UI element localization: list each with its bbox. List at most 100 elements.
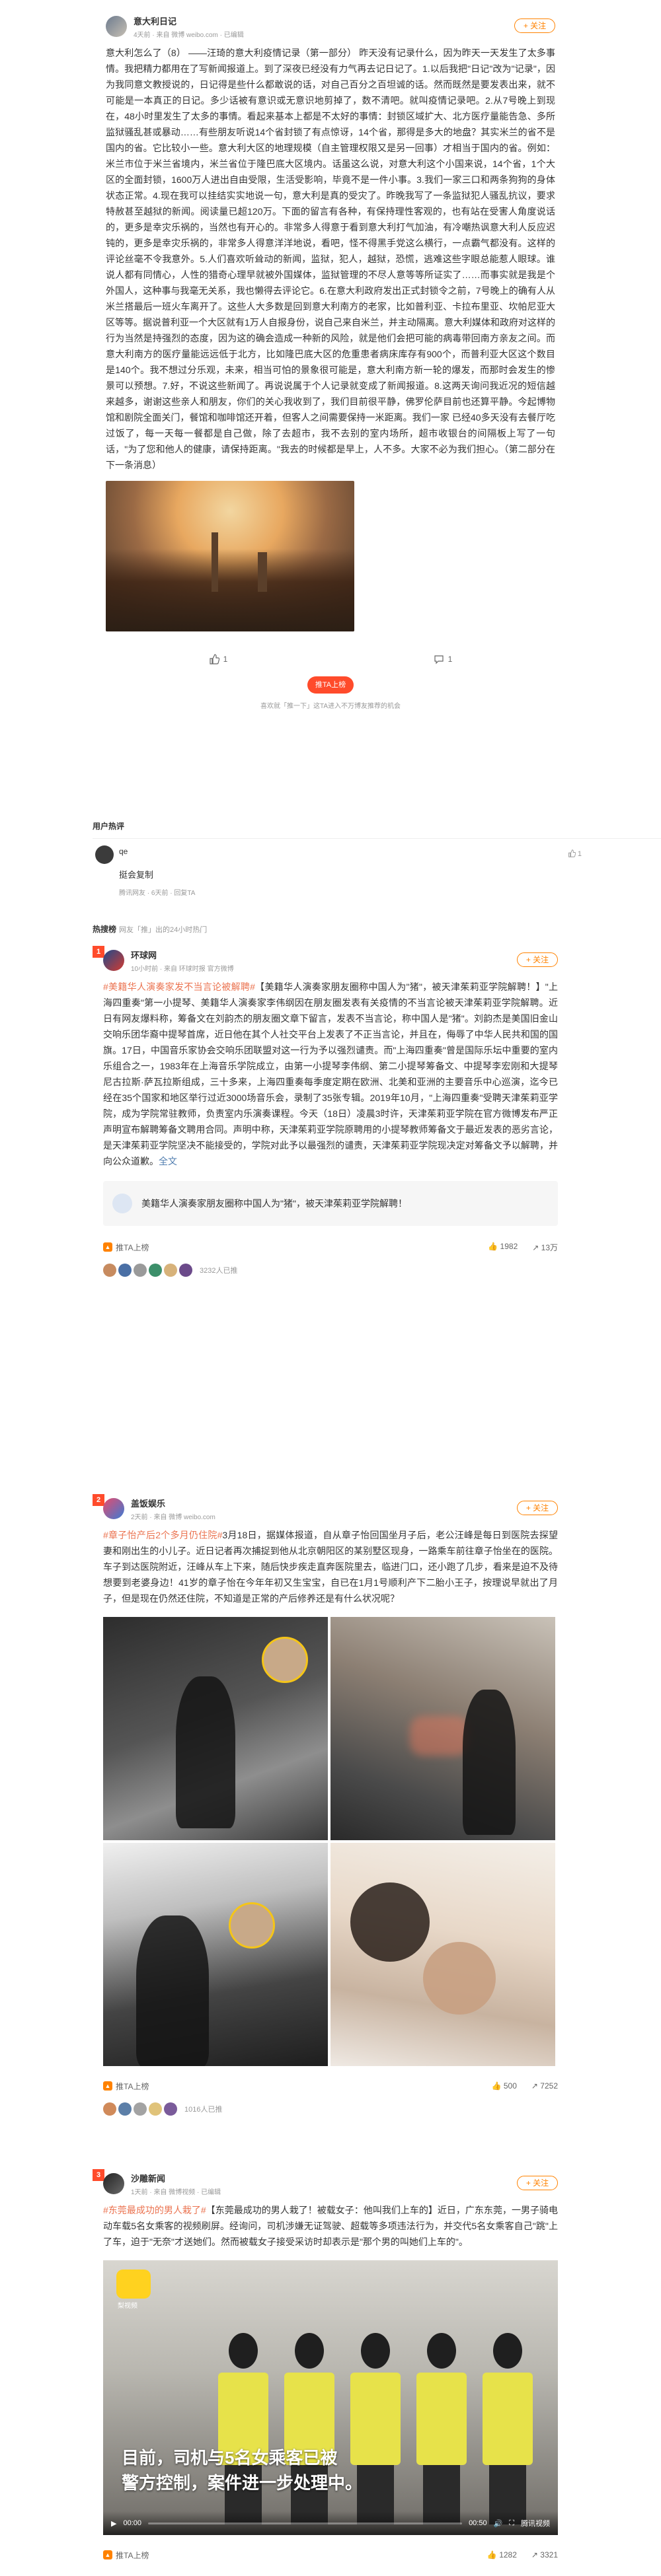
person-silhouette bbox=[463, 1690, 516, 1835]
follow-button[interactable]: + 关注 bbox=[514, 18, 555, 33]
comment-button[interactable]: 1 bbox=[434, 654, 453, 664]
author-name[interactable]: 环球网 bbox=[131, 948, 234, 961]
recommender-avatars: 3232人已推 bbox=[93, 1260, 568, 1280]
like-button[interactable]: 👍 1282 bbox=[487, 2550, 517, 2559]
recommend-label: 推TA上榜 bbox=[116, 2550, 149, 2560]
avatar[interactable] bbox=[103, 2173, 124, 2194]
card-stats: 👍 1282 ↗ 3321 bbox=[487, 2550, 558, 2559]
recommend-link[interactable]: ▲ 推TA上榜 bbox=[103, 2081, 149, 2092]
fire-icon: ▲ bbox=[103, 2550, 112, 2559]
post-image[interactable] bbox=[106, 481, 354, 631]
avatar[interactable] bbox=[149, 2102, 162, 2116]
share-button[interactable]: ↗ 7252 bbox=[531, 2081, 558, 2091]
share-count: 13万 bbox=[541, 1242, 558, 1252]
top-post: 意大利日记 4天前 · 来自 微博 weibo.com · 已编辑 + 关注 意… bbox=[0, 0, 661, 812]
share-button[interactable]: ↗ 13万 bbox=[532, 1242, 558, 1253]
author-name[interactable]: 盖饭娱乐 bbox=[131, 1497, 215, 1509]
comment-like-count: 1 bbox=[577, 850, 582, 858]
recommender-count: 1016人已推 bbox=[184, 2106, 223, 2114]
topic-link[interactable]: #东莞最成功的男人栽了# bbox=[103, 2205, 206, 2215]
avatar[interactable] bbox=[118, 1264, 132, 1277]
avatar[interactable] bbox=[103, 950, 124, 971]
card-action-bar: ▲ 推TA上榜 👍 500 ↗ 7252 bbox=[93, 2073, 568, 2099]
card-stats: 👍 1982 ↗ 13万 bbox=[488, 1242, 558, 1253]
grid-image-4[interactable] bbox=[330, 1843, 555, 2066]
tower-shape bbox=[258, 552, 267, 592]
video-brand: 腾讯视频 bbox=[521, 2520, 550, 2528]
comments-title: 用户热评 bbox=[93, 822, 125, 831]
tower-shape bbox=[212, 532, 218, 592]
comment-count: 1 bbox=[447, 655, 453, 664]
comment-like-button[interactable]: 1 bbox=[568, 849, 582, 858]
video-caption-line-1: 目前，司机与5名女乘客已被 bbox=[122, 2448, 338, 2468]
link-icon bbox=[112, 1194, 132, 1213]
recommend-button[interactable]: 推TA上榜 bbox=[307, 676, 354, 694]
author-name[interactable]: 意大利日记 bbox=[134, 15, 244, 27]
card-body: #章子怡产后2个多月仍住院#3月18日，据媒体报道，自从章子怡回国坐月子后，老公… bbox=[103, 1527, 558, 1606]
fullscreen-icon[interactable]: ⛶ bbox=[509, 2519, 514, 2528]
follow-button[interactable]: + 关注 bbox=[517, 952, 558, 967]
recommend-link[interactable]: ▲ 推TA上榜 bbox=[103, 1242, 149, 1253]
share-count: 7252 bbox=[540, 2081, 558, 2091]
full-text-link[interactable]: 全文 bbox=[159, 1156, 177, 1166]
like-button[interactable]: 1 bbox=[209, 654, 228, 664]
avatar[interactable] bbox=[103, 1498, 124, 1519]
hot-title: 热搜榜 网友「推」出的24小时热门 bbox=[93, 923, 207, 935]
video-duration: 00:50 bbox=[469, 2519, 487, 2527]
link-card[interactable]: 美籍华人演奏家朋友圈称中国人为"猪"，被天津茱莉亚学院解聘！ bbox=[103, 1181, 558, 1226]
avatar[interactable] bbox=[103, 2102, 116, 2116]
follow-button[interactable]: + 关注 bbox=[517, 2176, 558, 2190]
avatar[interactable] bbox=[118, 2102, 132, 2116]
video-source-label: 梨视频 bbox=[118, 2303, 137, 2310]
author-name[interactable]: 沙雕新闻 bbox=[131, 2172, 221, 2184]
follow-button[interactable]: + 关注 bbox=[517, 1501, 558, 1515]
video-controls: ▶ 00:00 00:50 🔊 ⛶ 腾讯视频 bbox=[103, 2511, 558, 2535]
baby-silhouette bbox=[423, 1942, 496, 2015]
card-content: #章子怡产后2个多月仍住院#3月18日，据媒体报道，自从章子怡回国坐月子后，老公… bbox=[93, 1527, 568, 1606]
card-content: #东莞最成功的男人栽了#【东莞最成功的男人栽了！被载女子：他叫我们上车的】近日，… bbox=[93, 2202, 568, 2250]
share-button[interactable]: ↗ 3321 bbox=[531, 2550, 558, 2559]
grid-image-3[interactable] bbox=[103, 1843, 328, 2066]
topic-link[interactable]: #美籍华人演奏家发不当言论被解聘# bbox=[103, 982, 255, 992]
avatar[interactable] bbox=[134, 2102, 147, 2116]
comments-section: 用户热评 qe 挺会复制 腾讯网友 · 6天前 · 回复TA 1 bbox=[93, 814, 661, 912]
card-text: 3月18日，据媒体报道，自从章子怡回国坐月子后，老公汪峰是每日到医院去探望妻和刚… bbox=[103, 1530, 559, 1604]
fire-icon: ▲ bbox=[103, 2081, 112, 2091]
face-highlight bbox=[229, 1902, 275, 1949]
like-count: 1 bbox=[223, 655, 228, 664]
like-button[interactable]: 👍 1982 bbox=[488, 1242, 518, 1253]
link-card-title: 美籍华人演奏家朋友圈称中国人为"猪"，被天津茱莉亚学院解聘！ bbox=[141, 1198, 407, 1209]
card-meta: 1天前 · 来自 微博视频 · 已编辑 bbox=[131, 2188, 221, 2196]
avatar[interactable] bbox=[164, 2102, 177, 2116]
avatar[interactable] bbox=[164, 1264, 177, 1277]
recommend-wrap: 推TA上榜 bbox=[106, 676, 555, 694]
grid-image-1[interactable] bbox=[103, 1617, 328, 1840]
card-body: #东莞最成功的男人栽了#【东莞最成功的男人栽了！被载女子：他叫我们上车的】近日，… bbox=[103, 2202, 558, 2250]
avatar[interactable] bbox=[149, 1264, 162, 1277]
thumb-up-icon bbox=[568, 849, 576, 857]
avatar[interactable] bbox=[106, 16, 127, 37]
video-progress-bar[interactable] bbox=[148, 2522, 463, 2524]
recommend-link[interactable]: ▲ 推TA上榜 bbox=[103, 2550, 149, 2561]
person-silhouette bbox=[414, 2326, 469, 2524]
like-count: 1282 bbox=[499, 2550, 517, 2559]
image-grid bbox=[103, 1617, 558, 2066]
avatar[interactable] bbox=[103, 1264, 116, 1277]
feed-card-3: 3 沙雕新闻 1天前 · 来自 微博视频 · 已编辑 + 关注 #东莞最成功的男… bbox=[93, 2169, 568, 2576]
card-header: 盖饭娱乐 2天前 · 来自 微博 weibo.com + 关注 bbox=[103, 1494, 558, 1523]
share-count: 3321 bbox=[540, 2550, 558, 2559]
avatar[interactable] bbox=[179, 1264, 192, 1277]
like-button[interactable]: 👍 500 bbox=[492, 2081, 517, 2091]
recommender-avatars: 1016人已推 bbox=[93, 2099, 568, 2119]
volume-icon[interactable]: 🔊 bbox=[494, 2519, 503, 2528]
topic-link[interactable]: #章子怡产后2个多月仍住院# bbox=[103, 1530, 222, 1540]
commenter-avatar[interactable] bbox=[95, 845, 114, 864]
video-player[interactable]: 梨视频 目前，司机与5名女乘客已被 警方控制，案件进一步处理中。 ▶ 00:00… bbox=[103, 2260, 558, 2535]
avatar[interactable] bbox=[134, 1264, 147, 1277]
comment-meta: 腾讯网友 · 6天前 · 回复TA bbox=[119, 890, 196, 897]
play-icon[interactable]: ▶ bbox=[111, 2519, 116, 2528]
like-count: 1982 bbox=[500, 1241, 518, 1251]
card-action-bar: ▲ 推TA上榜 👍 1282 ↗ 3321 bbox=[93, 2542, 568, 2568]
grid-image-2[interactable] bbox=[330, 1617, 555, 1840]
thumb-up-icon bbox=[210, 654, 219, 664]
